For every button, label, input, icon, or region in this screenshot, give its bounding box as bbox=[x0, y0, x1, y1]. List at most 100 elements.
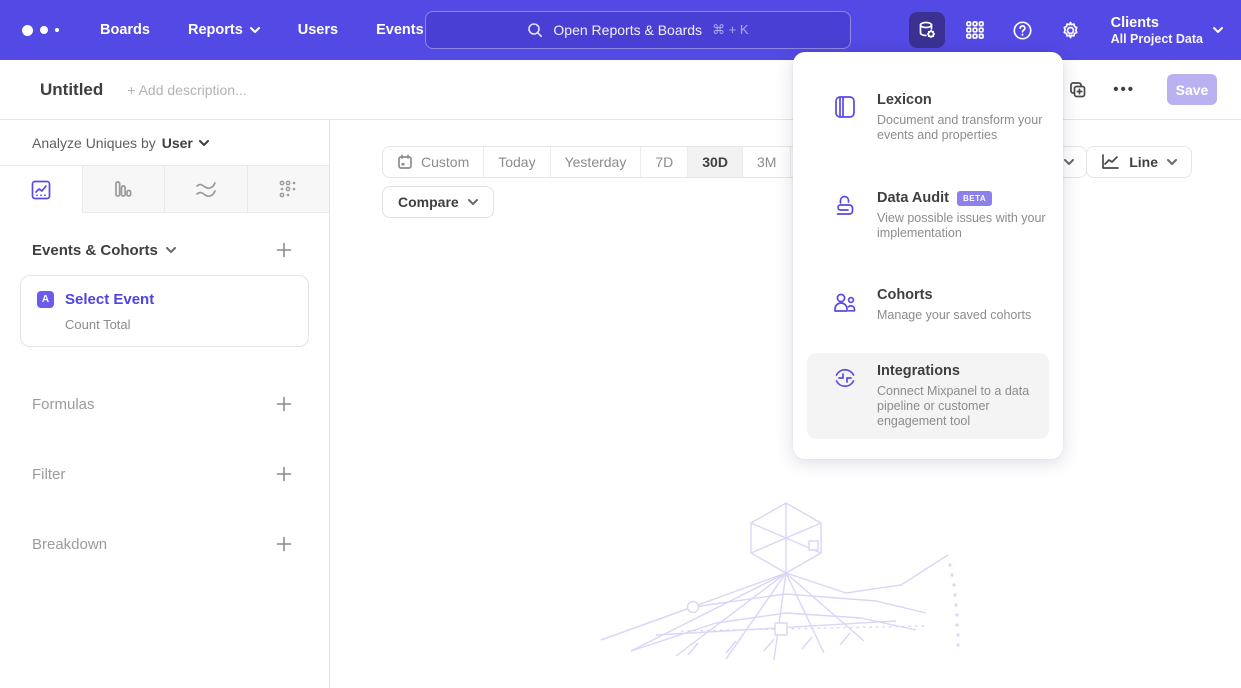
range-custom-label: Custom bbox=[421, 154, 469, 170]
project-name: All Project Data bbox=[1111, 32, 1203, 46]
project-switcher[interactable]: Clients All Project Data bbox=[1111, 15, 1223, 46]
report-canvas: Custom Today Yesterday 7D 30D 3M 6M Comp… bbox=[330, 120, 1241, 688]
chevron-down-icon bbox=[199, 140, 209, 146]
data-audit-title: Data Audit bbox=[877, 190, 949, 206]
range-3m[interactable]: 3M bbox=[742, 147, 790, 177]
events-cohorts-label: Events & Cohorts bbox=[32, 242, 158, 259]
menu-item-cohorts[interactable]: Cohorts Manage your saved cohorts bbox=[807, 277, 1049, 333]
filter-section: Filter bbox=[0, 439, 329, 509]
navbar-right: Clients All Project Data bbox=[909, 0, 1223, 60]
cohorts-users-icon bbox=[832, 289, 858, 315]
event-row: A Select Event bbox=[37, 291, 292, 308]
chevron-down-icon bbox=[166, 247, 176, 253]
cohorts-title: Cohorts bbox=[877, 287, 933, 303]
primary-nav: Boards Reports Users Events bbox=[100, 22, 462, 38]
formulas-label: Formulas bbox=[32, 396, 95, 413]
lexicon-book-icon bbox=[832, 94, 858, 120]
range-30d[interactable]: 30D bbox=[687, 147, 742, 177]
help-button[interactable] bbox=[1005, 12, 1041, 48]
event-metric-dropdown[interactable]: Count Total bbox=[65, 317, 292, 332]
breakdown-label: Breakdown bbox=[32, 536, 107, 553]
question-mark-icon bbox=[1012, 20, 1033, 41]
settings-button[interactable] bbox=[1053, 12, 1089, 48]
data-audit-icon bbox=[832, 192, 858, 218]
search-icon bbox=[527, 22, 543, 38]
nav-reports[interactable]: Reports bbox=[188, 22, 260, 38]
add-filter-button[interactable] bbox=[275, 465, 293, 483]
tab-line-chart[interactable] bbox=[0, 166, 82, 213]
compare-dropdown[interactable]: Compare bbox=[382, 186, 494, 218]
metrics-grid-icon bbox=[277, 178, 299, 200]
cohorts-description: Manage your saved cohorts bbox=[877, 308, 1059, 323]
report-header-actions: ••• Save bbox=[1065, 74, 1217, 105]
filter-label: Filter bbox=[32, 466, 65, 483]
analyze-uniques-row: Analyze Uniques by User bbox=[0, 120, 329, 165]
range-custom[interactable]: Custom bbox=[383, 147, 483, 177]
bar-chart-icon bbox=[112, 178, 134, 200]
menu-item-lexicon[interactable]: Lexicon Document and transform your even… bbox=[807, 82, 1049, 153]
nav-boards[interactable]: Boards bbox=[100, 22, 150, 38]
mixpanel-insights-page: Boards Reports Users Events Open Reports… bbox=[0, 0, 1241, 688]
range-yesterday[interactable]: Yesterday bbox=[550, 147, 641, 177]
nav-events[interactable]: Events bbox=[376, 22, 424, 38]
duplicate-button[interactable] bbox=[1065, 77, 1091, 103]
nav-users[interactable]: Users bbox=[298, 22, 338, 38]
lexicon-description: Document and transform your events and p… bbox=[877, 113, 1059, 143]
integrations-description: Connect Mixpanel to a data pipeline or c… bbox=[877, 384, 1059, 429]
chevron-down-icon bbox=[1167, 159, 1177, 165]
line-chart-icon bbox=[30, 179, 52, 201]
formulas-section: Formulas bbox=[0, 369, 329, 439]
event-card[interactable]: A Select Event Count Total bbox=[20, 275, 309, 347]
flow-icon bbox=[194, 178, 218, 200]
empty-state-graphic bbox=[596, 493, 976, 665]
nav-users-label: Users bbox=[298, 22, 338, 38]
mixpanel-logo[interactable] bbox=[22, 25, 80, 36]
beta-badge: BETA bbox=[957, 191, 992, 206]
empty-state: Select an Event or Cohort to get started… bbox=[330, 493, 1241, 688]
select-event-button[interactable]: Select Event bbox=[65, 291, 154, 308]
save-button[interactable]: Save bbox=[1167, 74, 1217, 105]
logo-dot bbox=[22, 25, 33, 36]
date-range-toolbar: Custom Today Yesterday 7D 30D 3M 6M bbox=[382, 146, 840, 178]
data-management-menu: Lexicon Document and transform your even… bbox=[793, 52, 1063, 459]
query-sidebar: Analyze Uniques by User bbox=[0, 120, 330, 688]
chart-type-label: Line bbox=[1129, 154, 1158, 170]
event-letter-badge: A bbox=[37, 291, 54, 308]
add-breakdown-button[interactable] bbox=[275, 535, 293, 553]
range-7d[interactable]: 7D bbox=[640, 147, 687, 177]
chevron-down-icon bbox=[250, 27, 260, 33]
data-audit-description: View possible issues with your implement… bbox=[877, 211, 1059, 241]
chevron-down-icon bbox=[468, 199, 478, 205]
add-event-button[interactable] bbox=[275, 241, 293, 259]
analyze-value-dropdown[interactable]: User bbox=[162, 135, 209, 151]
line-chart-icon bbox=[1101, 154, 1120, 170]
report-title[interactable]: Untitled bbox=[40, 80, 103, 100]
range-today[interactable]: Today bbox=[483, 147, 549, 177]
top-navbar: Boards Reports Users Events Open Reports… bbox=[0, 0, 1241, 60]
analyze-value: User bbox=[162, 135, 193, 151]
events-cohorts-toggle[interactable]: Events & Cohorts bbox=[32, 242, 176, 259]
more-options-button[interactable]: ••• bbox=[1113, 81, 1135, 98]
chevron-down-icon bbox=[1064, 159, 1074, 165]
data-management-button[interactable] bbox=[909, 12, 945, 48]
breakdown-section: Breakdown bbox=[0, 509, 329, 579]
logo-dot bbox=[40, 26, 48, 34]
grid-icon bbox=[965, 20, 985, 40]
tab-flow-chart[interactable] bbox=[164, 166, 247, 213]
date-range-group: Custom Today Yesterday 7D 30D 3M 6M bbox=[382, 146, 840, 178]
nav-reports-label: Reports bbox=[188, 22, 243, 38]
menu-item-integrations[interactable]: Integrations Connect Mixpanel to a data … bbox=[807, 353, 1049, 439]
search-input[interactable]: Open Reports & Boards ⌘ + K bbox=[425, 11, 851, 49]
chart-type-dropdown[interactable]: Line bbox=[1086, 146, 1192, 178]
tab-bar-chart[interactable] bbox=[82, 166, 165, 213]
add-formula-button[interactable] bbox=[275, 395, 293, 413]
menu-item-data-audit[interactable]: Data Audit BETA View possible issues wit… bbox=[807, 180, 1049, 251]
nav-events-label: Events bbox=[376, 22, 424, 38]
calendar-icon bbox=[397, 154, 413, 170]
integrations-title: Integrations bbox=[877, 363, 960, 379]
integrations-sync-icon bbox=[832, 365, 858, 391]
report-description-placeholder[interactable]: + Add description... bbox=[127, 82, 246, 98]
tab-metrics-grid[interactable] bbox=[247, 166, 330, 213]
apps-grid-button[interactable] bbox=[957, 12, 993, 48]
org-name: Clients bbox=[1111, 15, 1203, 32]
